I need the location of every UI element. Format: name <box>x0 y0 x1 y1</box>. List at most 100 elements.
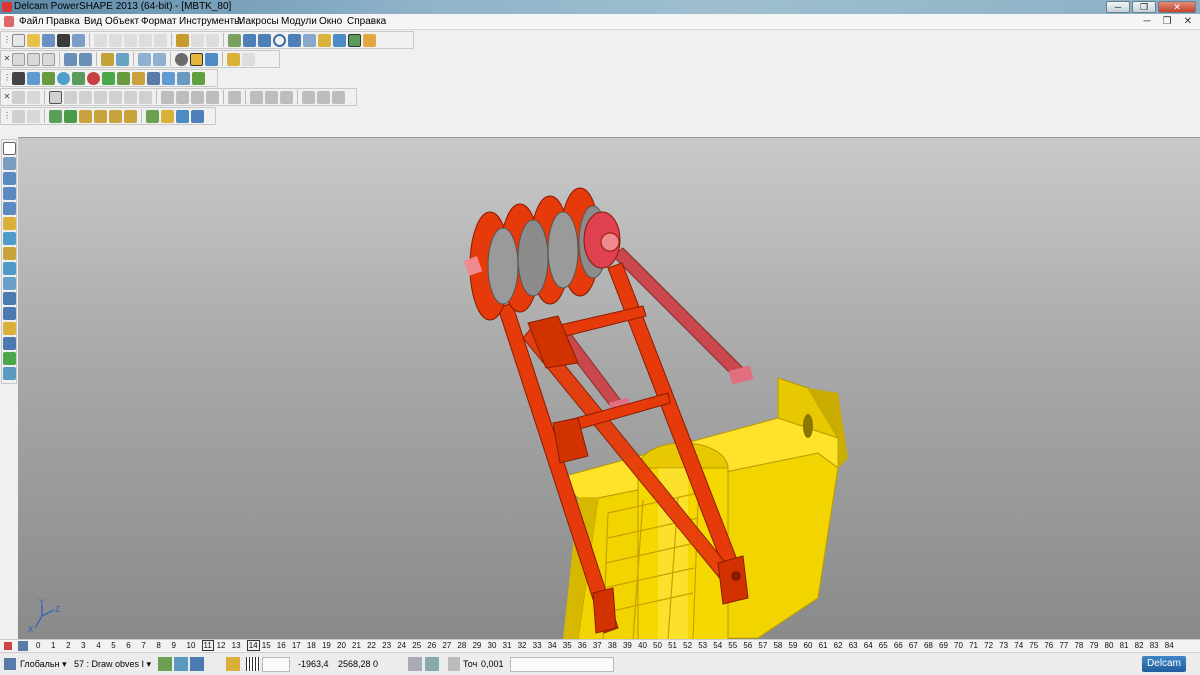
mesh-icon[interactable] <box>3 292 16 305</box>
color-icon[interactable] <box>87 71 100 85</box>
level-number[interactable]: 38 <box>608 641 617 650</box>
solid-view-icon[interactable] <box>191 109 204 123</box>
level-number[interactable]: 11 <box>201 640 214 651</box>
level-tree-icon[interactable] <box>158 657 172 671</box>
graphics-viewport[interactable]: Y Z X <box>18 137 1200 639</box>
analysis-icon[interactable] <box>162 71 175 85</box>
extrude-icon[interactable] <box>124 90 137 104</box>
solid-icon[interactable] <box>318 33 331 47</box>
level-number[interactable]: 27 <box>442 641 451 650</box>
hidden-icon[interactable] <box>27 90 40 104</box>
redo-icon[interactable] <box>191 33 204 47</box>
hand-icon[interactable] <box>242 52 255 66</box>
level-number[interactable]: 84 <box>1165 641 1174 650</box>
tree-edit-icon[interactable] <box>146 109 159 123</box>
level-number[interactable]: 83 <box>1150 641 1159 650</box>
shade-icon[interactable] <box>333 33 346 47</box>
level-number[interactable]: 2 <box>66 641 70 650</box>
delete-icon[interactable] <box>139 33 152 47</box>
menu-edit[interactable]: Правка <box>46 16 80 27</box>
save-as-icon[interactable] <box>57 33 70 47</box>
level-number[interactable]: 1 <box>51 641 55 650</box>
level-number[interactable]: 29 <box>472 641 481 650</box>
text-tool-icon[interactable] <box>3 232 16 245</box>
globe-icon[interactable] <box>175 52 188 66</box>
select-mode-icon[interactable] <box>12 90 25 104</box>
menu-file[interactable]: Файл <box>19 16 44 27</box>
level-number[interactable]: 55 <box>728 641 737 650</box>
doc-close-button[interactable]: ✕ <box>1184 16 1192 27</box>
zoom-in-icon[interactable] <box>138 52 151 66</box>
drafting-icon[interactable] <box>3 337 16 350</box>
workplane-icon[interactable] <box>4 658 16 670</box>
level-number[interactable]: 53 <box>698 641 707 650</box>
trim-icon[interactable] <box>161 90 174 104</box>
patch-icon[interactable] <box>64 90 77 104</box>
solid-select-icon[interactable] <box>12 109 25 123</box>
level-number[interactable]: 10 <box>187 641 196 650</box>
level-number[interactable]: 79 <box>1090 641 1099 650</box>
level-select[interactable]: 57 : Draw obves I ▾ <box>74 657 151 672</box>
box-icon[interactable] <box>72 71 85 85</box>
open-icon[interactable] <box>27 33 40 47</box>
level-number[interactable]: 39 <box>623 641 632 650</box>
multi-select-icon[interactable] <box>3 157 16 170</box>
line-icon[interactable] <box>3 187 16 200</box>
level-all-icon[interactable] <box>174 657 188 671</box>
restore-button[interactable]: ❐ <box>1132 1 1156 13</box>
feature-icon[interactable] <box>147 71 160 85</box>
tree-icon[interactable] <box>42 71 55 85</box>
level-number[interactable]: 5 <box>111 641 115 650</box>
level-number[interactable]: 7 <box>141 641 145 650</box>
assembly-tool-icon[interactable] <box>3 322 16 335</box>
zoom-out-icon[interactable] <box>153 52 166 66</box>
level-number[interactable]: 62 <box>834 641 843 650</box>
curvature-icon[interactable] <box>332 90 345 104</box>
level-number[interactable]: 51 <box>668 641 677 650</box>
level-number[interactable]: 36 <box>578 641 587 650</box>
surface-icon[interactable] <box>303 33 316 47</box>
level-number[interactable]: 23 <box>382 641 391 650</box>
select-icon[interactable] <box>243 33 256 47</box>
doc-props-icon[interactable] <box>27 71 40 85</box>
level-number[interactable]: 24 <box>397 641 406 650</box>
level-number[interactable]: 64 <box>864 641 873 650</box>
level-number[interactable]: 4 <box>96 641 100 650</box>
sphere-icon[interactable] <box>57 71 70 85</box>
level-number[interactable]: 34 <box>548 641 557 650</box>
level-number[interactable]: 0 <box>36 641 40 650</box>
measure-icon[interactable] <box>177 71 190 85</box>
assembly-icon[interactable] <box>348 33 361 47</box>
close-button[interactable]: ✕ <box>1158 1 1196 13</box>
solid-block-icon[interactable] <box>94 109 107 123</box>
curve-icon[interactable] <box>3 217 16 230</box>
level-number[interactable]: 56 <box>743 641 752 650</box>
text-icon[interactable] <box>206 33 219 47</box>
menu-modules[interactable]: Модули <box>281 16 317 27</box>
level-number[interactable]: 13 <box>232 641 241 650</box>
curve-icon[interactable] <box>288 33 301 47</box>
level-number[interactable]: 52 <box>683 641 692 650</box>
level-number[interactable]: 71 <box>969 641 978 650</box>
level-number[interactable]: 26 <box>427 641 436 650</box>
level-number[interactable]: 28 <box>457 641 466 650</box>
solid-shade-icon[interactable] <box>176 109 189 123</box>
level-number[interactable]: 70 <box>954 641 963 650</box>
ruler-level-icon[interactable] <box>18 641 28 651</box>
level-number[interactable]: 8 <box>156 641 160 650</box>
arrow-icon[interactable] <box>258 33 271 47</box>
copy-icon[interactable] <box>109 33 122 47</box>
doc-restore-button[interactable]: ❐ <box>1163 16 1172 27</box>
toolbar-grip[interactable]: ⋮ <box>3 109 11 123</box>
solid-pocket-icon[interactable] <box>124 109 137 123</box>
level-number[interactable]: 72 <box>984 641 993 650</box>
level-number[interactable]: 59 <box>789 641 798 650</box>
command-field[interactable] <box>510 657 614 672</box>
level-number[interactable]: 15 <box>262 641 271 650</box>
level-number[interactable]: 16 <box>277 641 286 650</box>
level-ruler[interactable]: 0 1 2 3 4 5 6 7 8 9 10 11 12 13 14 15 16 17 18 19 20 21 22 23 24… <box>0 639 1200 652</box>
level-icon[interactable] <box>12 71 25 85</box>
offset-icon[interactable] <box>176 90 189 104</box>
level-number[interactable]: 32 <box>518 641 527 650</box>
section-icon[interactable] <box>302 90 315 104</box>
